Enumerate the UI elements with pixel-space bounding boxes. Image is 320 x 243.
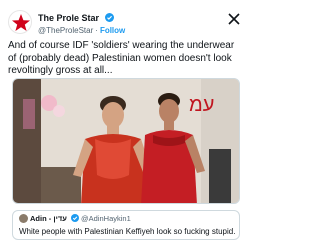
tweet-photo[interactable]: עמ xyxy=(12,78,240,204)
verified-badge-icon xyxy=(105,12,115,23)
tweet-header: The Prole Star @TheProleStar · Follow xyxy=(8,8,242,36)
handle-row: @TheProleStar · Follow xyxy=(38,25,222,36)
avatar[interactable] xyxy=(8,10,32,34)
follow-button[interactable]: Follow xyxy=(100,26,125,35)
handle[interactable]: @TheProleStar xyxy=(38,26,93,35)
verified-badge-icon xyxy=(70,214,79,225)
red-star-icon xyxy=(12,14,30,31)
display-name[interactable]: The Prole Star xyxy=(38,13,99,23)
separator: · xyxy=(95,26,98,35)
author-names: The Prole Star @TheProleStar · Follow xyxy=(38,11,222,36)
quoted-handle: @AdinHaykin1 xyxy=(81,214,131,223)
quoted-tweet-header: Adin - עדין @AdinHaykin1 xyxy=(19,214,233,225)
quoted-avatar xyxy=(19,214,28,223)
quoted-tweet[interactable]: Adin - עדין @AdinHaykin1 White people wi… xyxy=(12,210,240,240)
quoted-display-name: Adin - עדין xyxy=(30,214,67,223)
x-logo-icon[interactable] xyxy=(228,12,240,25)
tweet-text: And of course IDF 'soldiers' wearing the… xyxy=(8,40,235,76)
wall-graffiti: עמ xyxy=(189,94,214,116)
quoted-tweet-text: White people with Palestinian Keffiyeh l… xyxy=(19,227,236,236)
